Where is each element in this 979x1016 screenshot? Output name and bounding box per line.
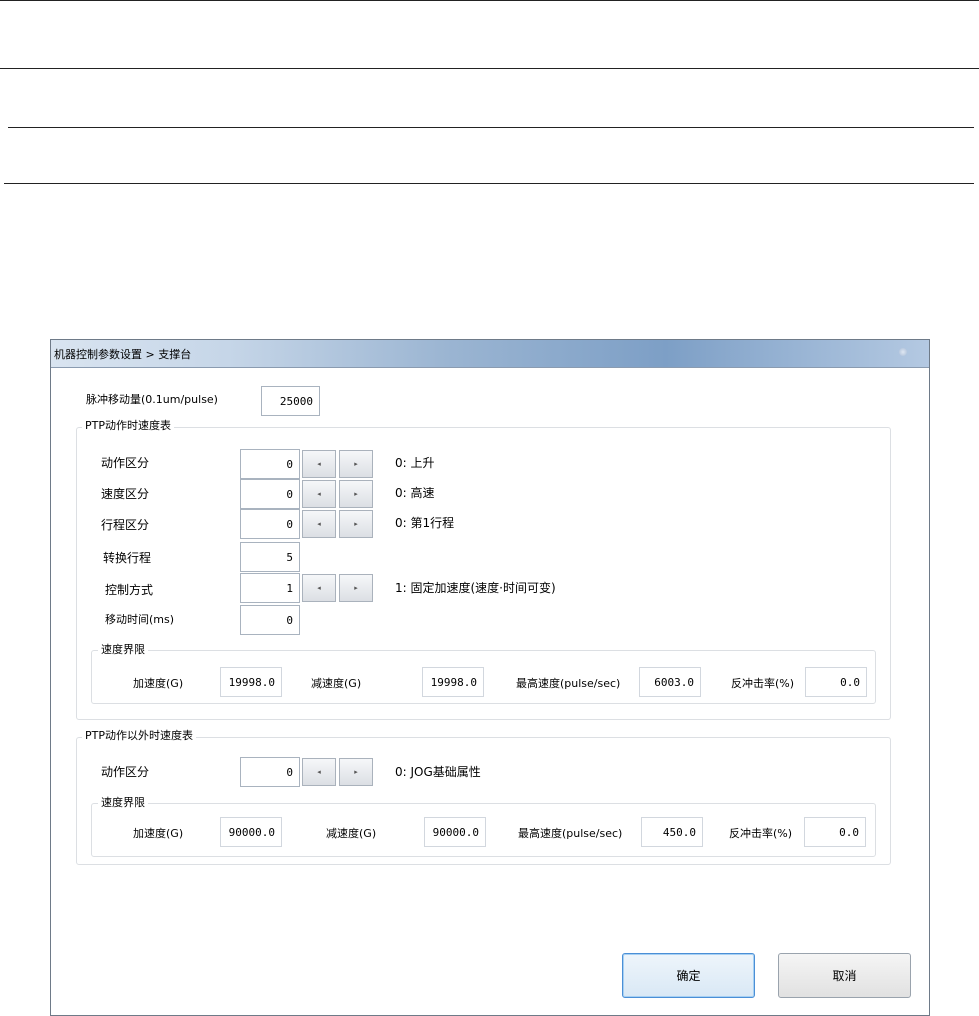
nonptp-recoil-input[interactable]: 0.0 [804, 817, 866, 847]
ptp-accel-input[interactable]: 19998.0 [220, 667, 282, 697]
ptp-action-label: 动作区分 [101, 456, 150, 470]
ptp-move-time-label: 移动时间(ms) [105, 613, 175, 626]
doc-rule-1 [0, 0, 979, 1]
ptp-switch-stroke-label: 转换行程 [103, 551, 152, 565]
window-title: 机器控制参数设置 > 支撑台 [54, 348, 192, 361]
ptp-stroke-desc: 0: 第1行程 [395, 516, 455, 530]
nonptp-action-next-button[interactable]: ▸ [339, 758, 373, 786]
ptp-control-label: 控制方式 [105, 583, 154, 597]
ptp-speed-prev-button[interactable]: ◂ [302, 480, 336, 508]
doc-rule-2 [0, 68, 979, 69]
ptp-recoil-input[interactable]: 0.0 [805, 667, 867, 697]
ok-button[interactable]: 确定 [622, 953, 755, 998]
pulse-label: 脉冲移动量(0.1um/pulse) [86, 393, 218, 406]
ptp-move-time-input[interactable]: 0 [240, 605, 300, 635]
ptp-maxspeed-input[interactable]: 6003.0 [639, 667, 701, 697]
ptp-action-input[interactable]: 0 [240, 449, 300, 479]
nonptp-action-prev-button[interactable]: ◂ [302, 758, 336, 786]
ptp-action-desc: 0: 上升 [395, 456, 435, 470]
ptp-speed-next-button[interactable]: ▸ [339, 480, 373, 508]
ptp-switch-stroke-input[interactable]: 5 [240, 542, 300, 572]
ptp-control-prev-button[interactable]: ◂ [302, 574, 336, 602]
pulse-input[interactable]: 25000 [261, 386, 320, 416]
ptp-accel-label: 加速度(G) [133, 677, 184, 690]
ptp-group-title: PTP动作时速度表 [82, 419, 174, 433]
title-bar[interactable]: 机器控制参数设置 > 支撑台 [51, 340, 929, 368]
nonptp-action-input[interactable]: 0 [240, 757, 300, 787]
ptp-stroke-label: 行程区分 [101, 518, 150, 532]
nonptp-group-title: PTP动作以外时速度表 [82, 729, 196, 743]
nonptp-decel-label: 减速度(G) [326, 827, 377, 840]
ptp-speed-label: 速度区分 [101, 487, 150, 501]
nonptp-accel-input[interactable]: 90000.0 [220, 817, 282, 847]
ptp-control-input[interactable]: 1 [240, 573, 300, 603]
ptp-action-next-button[interactable]: ▸ [339, 450, 373, 478]
doc-rule-4 [4, 183, 974, 184]
ptp-stroke-input[interactable]: 0 [240, 509, 300, 539]
nonptp-maxspeed-label: 最高速度(pulse/sec) [518, 827, 623, 840]
ptp-maxspeed-label: 最高速度(pulse/sec) [516, 677, 621, 690]
nonptp-decel-input[interactable]: 90000.0 [424, 817, 486, 847]
window-control-icon[interactable] [899, 348, 907, 356]
ptp-stroke-prev-button[interactable]: ◂ [302, 510, 336, 538]
nonptp-action-desc: 0: JOG基础属性 [395, 765, 481, 779]
ptp-stroke-next-button[interactable]: ▸ [339, 510, 373, 538]
nonptp-limits-title: 速度界限 [98, 796, 148, 810]
cancel-button[interactable]: 取消 [778, 953, 911, 998]
ptp-action-prev-button[interactable]: ◂ [302, 450, 336, 478]
ptp-limits-title: 速度界限 [98, 643, 148, 657]
ptp-speed-input[interactable]: 0 [240, 479, 300, 509]
ptp-control-desc: 1: 固定加速度(速度·时间可变) [395, 581, 556, 595]
settings-dialog: 机器控制参数设置 > 支撑台 脉冲移动量(0.1um/pulse) 25000 … [50, 339, 930, 1016]
ptp-decel-input[interactable]: 19998.0 [422, 667, 484, 697]
ptp-control-next-button[interactable]: ▸ [339, 574, 373, 602]
nonptp-accel-label: 加速度(G) [133, 827, 184, 840]
ptp-recoil-label: 反冲击率(%) [731, 677, 795, 690]
ptp-decel-label: 减速度(G) [311, 677, 362, 690]
nonptp-recoil-label: 反冲击率(%) [729, 827, 793, 840]
doc-rule-3 [8, 127, 974, 128]
nonptp-action-label: 动作区分 [101, 765, 150, 779]
nonptp-maxspeed-input[interactable]: 450.0 [641, 817, 703, 847]
ptp-speed-desc: 0: 高速 [395, 486, 435, 500]
